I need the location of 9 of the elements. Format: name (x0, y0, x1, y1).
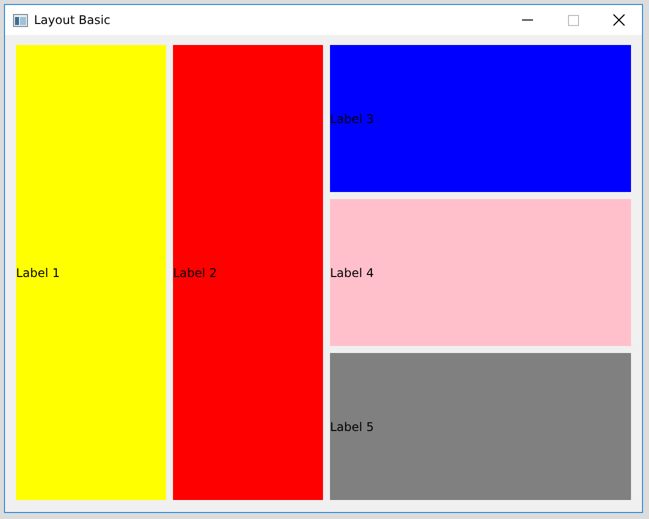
window-title: Layout Basic (34, 13, 112, 27)
close-icon[interactable] (613, 14, 625, 26)
color-label: Label 1 (16, 45, 166, 500)
app-icon (13, 14, 28, 26)
minimize-icon[interactable] (522, 19, 532, 21)
color-label: Label 4 (330, 199, 631, 346)
color-label: Label 5 (330, 353, 631, 500)
color-label: Label 2 (173, 45, 323, 500)
color-label: Label 3 (330, 45, 631, 192)
